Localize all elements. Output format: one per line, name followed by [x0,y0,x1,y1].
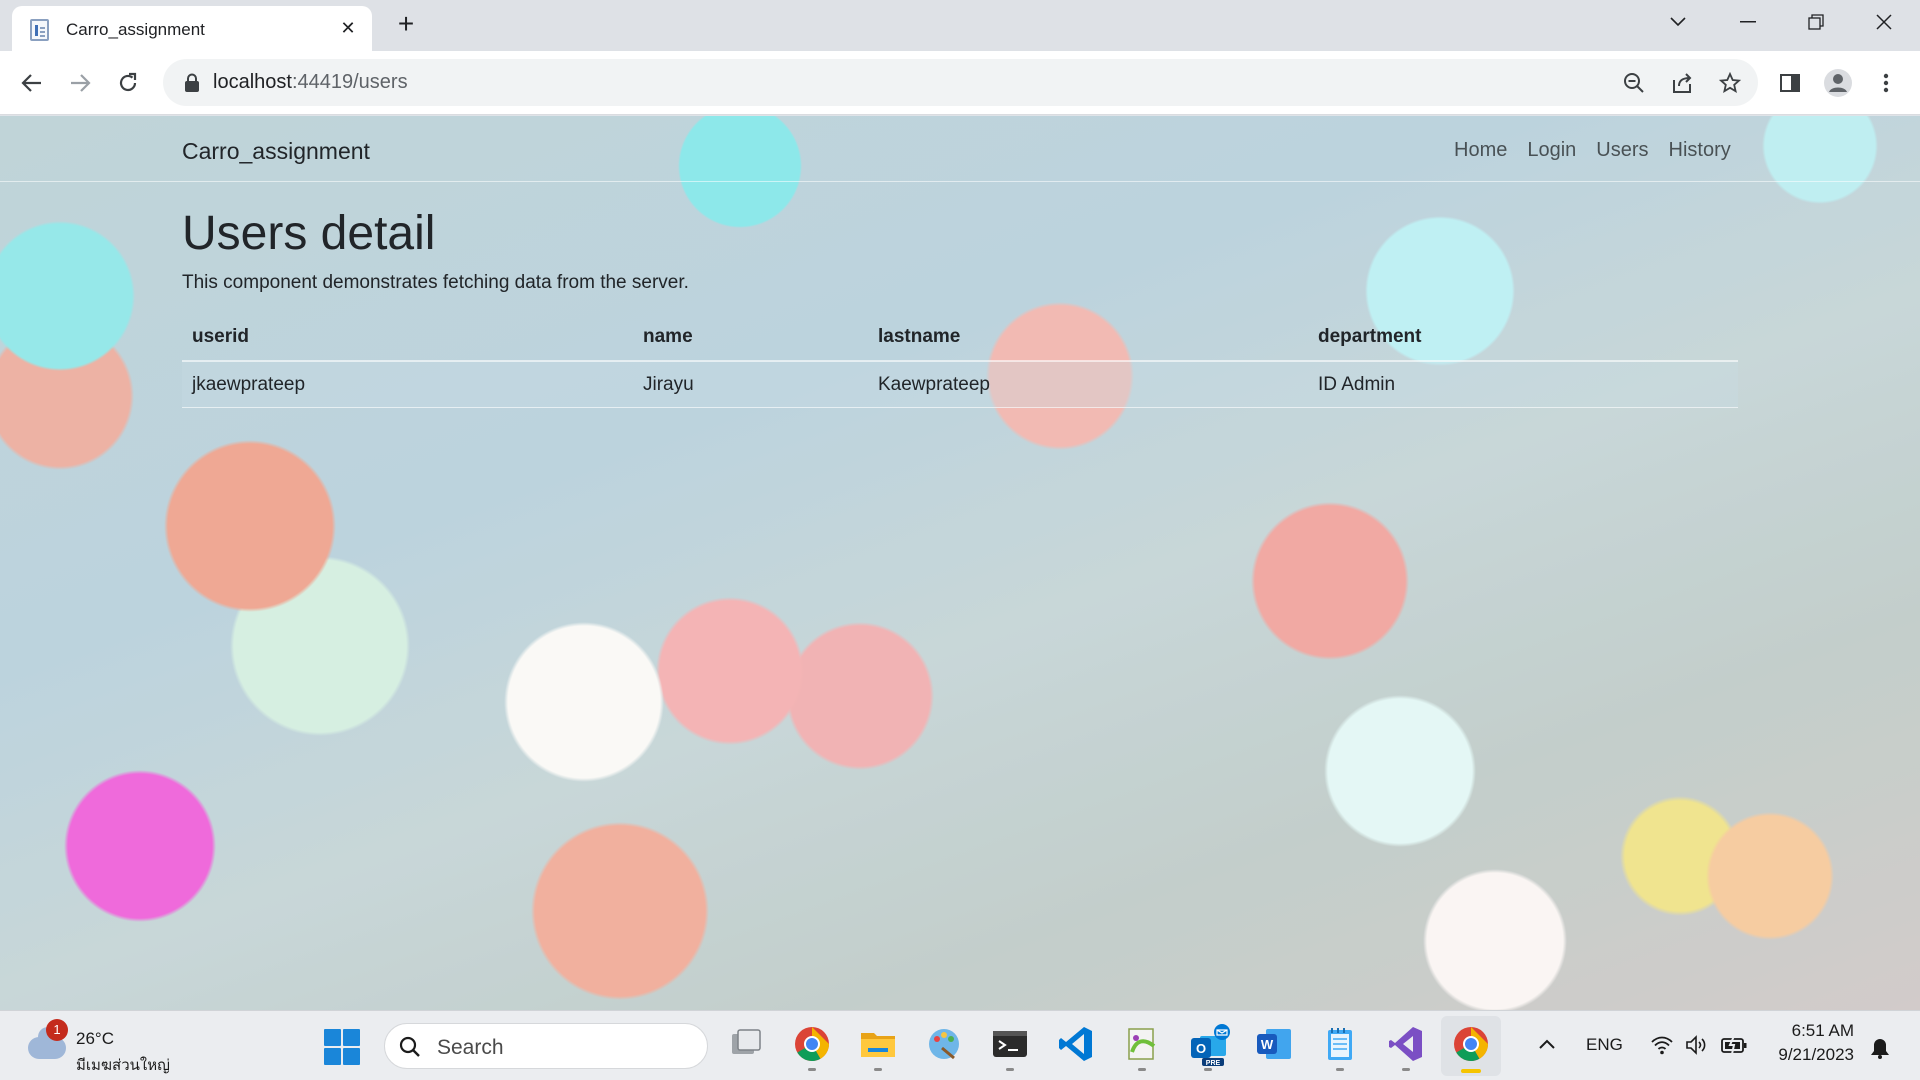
search-icon [399,1036,420,1057]
forward-arrow-icon[interactable] [62,65,98,101]
chrome-active-icon[interactable] [1451,1024,1491,1064]
tab-search-icon[interactable] [1646,0,1710,44]
terminal-icon[interactable] [990,1024,1030,1064]
nav-link-home[interactable]: Home [1454,139,1507,162]
lock-icon [185,73,199,92]
tab-title: Carro_assignment [66,20,205,39]
clock-time[interactable]: 6:51 AM [1770,1021,1854,1041]
nav-links: Home Login Users History [1454,139,1751,162]
zoom-icon[interactable] [1620,69,1648,97]
running-indicator [1138,1068,1146,1071]
cell-name: Jirayu [633,361,868,408]
language-indicator[interactable]: ENG [1586,1035,1623,1055]
vscode-icon[interactable] [1056,1024,1096,1064]
cell-userid: jkaewprateep [182,361,633,408]
browser-toolbar: localhost:44419/users [0,51,1920,115]
url-host: localhost [213,71,292,93]
table-header-row: userid name lastname department [182,316,1738,362]
browser-menu-icon[interactable] [1868,65,1904,101]
tab-close-icon[interactable]: ✕ [336,16,360,40]
column-header-lastname: lastname [868,316,1308,362]
restore-icon[interactable] [1784,0,1848,44]
new-tab-icon[interactable]: + [392,10,420,38]
outlook-pre-icon[interactable]: O PRE [1188,1024,1230,1067]
running-indicator [1006,1068,1014,1071]
word-icon[interactable]: W [1254,1024,1294,1064]
svg-text:W: W [1261,1037,1274,1052]
back-arrow-icon[interactable] [14,65,50,101]
nav-link-history[interactable]: History [1669,139,1731,162]
weather-widget[interactable]: 1 26°C มีเมฆส่วนใหญ่ [28,1019,188,1074]
windows-start-icon[interactable] [324,1029,360,1065]
task-view-icon[interactable] [726,1024,766,1064]
window-close-icon[interactable] [1852,0,1916,44]
paint-icon[interactable] [924,1024,964,1064]
bookmark-star-icon[interactable] [1716,69,1744,97]
notepad-plus-icon[interactable] [1122,1024,1162,1064]
running-indicator [1336,1068,1344,1071]
chevron-up-icon[interactable] [1535,1033,1559,1057]
taskbar-search-box[interactable]: Search [384,1023,708,1069]
url-text: localhost:44419/users [213,71,408,94]
svg-text:PRE: PRE [1206,1060,1221,1067]
nav-link-login[interactable]: Login [1527,139,1576,162]
main-content: Users detail This component demonstrates… [182,206,1738,408]
browser-tab-bar: Carro_assignment ✕ + [0,0,1920,51]
running-indicator [808,1068,816,1071]
minimize-icon[interactable] [1716,0,1780,44]
battery-icon[interactable] [1720,1033,1748,1057]
clock-date[interactable]: 9/21/2023 [1754,1045,1854,1065]
windows-taskbar: 1 26°C มีเมฆส่วนใหญ่ Search O PRE W ENG … [0,1010,1920,1080]
running-indicator [874,1068,882,1071]
column-header-name: name [633,316,868,362]
users-table: userid name lastname department jkaewpra… [182,316,1738,408]
nav-link-users[interactable]: Users [1596,139,1648,162]
side-panel-icon[interactable] [1772,65,1808,101]
weather-condition: มีเมฆส่วนใหญ่ [76,1057,170,1074]
svg-text:O: O [1196,1041,1206,1056]
page-viewport: Carro_assignment Home Login Users Histor… [0,116,1920,1010]
running-indicator [1402,1068,1410,1071]
chrome-icon[interactable] [792,1024,832,1064]
file-explorer-icon[interactable] [858,1024,898,1064]
reload-icon[interactable] [110,65,146,101]
cell-department: ID Admin [1308,361,1738,408]
volume-icon[interactable] [1684,1033,1708,1057]
address-bar[interactable]: localhost:44419/users [163,59,1758,106]
table-row: jkaewprateep Jirayu Kaewprateep ID Admin [182,361,1738,408]
wifi-icon[interactable] [1650,1033,1674,1057]
column-header-userid: userid [182,316,633,362]
share-icon[interactable] [1668,69,1696,97]
cell-lastname: Kaewprateep [868,361,1308,408]
visual-studio-icon[interactable] [1386,1024,1426,1064]
weather-temperature: 26°C [76,1029,114,1048]
site-navbar: Carro_assignment Home Login Users Histor… [0,116,1920,182]
running-indicator [1204,1068,1212,1071]
weather-badge: 1 [46,1019,68,1041]
browser-tab[interactable]: Carro_assignment ✕ [12,6,372,51]
column-header-department: department [1308,316,1738,362]
url-path: :44419/users [291,71,408,93]
search-label: Search [437,1036,504,1059]
page-title: Users detail [182,207,436,260]
notepad-icon[interactable] [1320,1024,1360,1064]
profile-avatar-icon[interactable] [1820,65,1856,101]
brand-link[interactable]: Carro_assignment [182,138,370,165]
active-app-indicator [1461,1069,1481,1073]
page-description: This component demonstrates fetching dat… [182,272,689,293]
notification-icon[interactable] [1866,1033,1894,1061]
page-favicon-icon [30,19,49,41]
